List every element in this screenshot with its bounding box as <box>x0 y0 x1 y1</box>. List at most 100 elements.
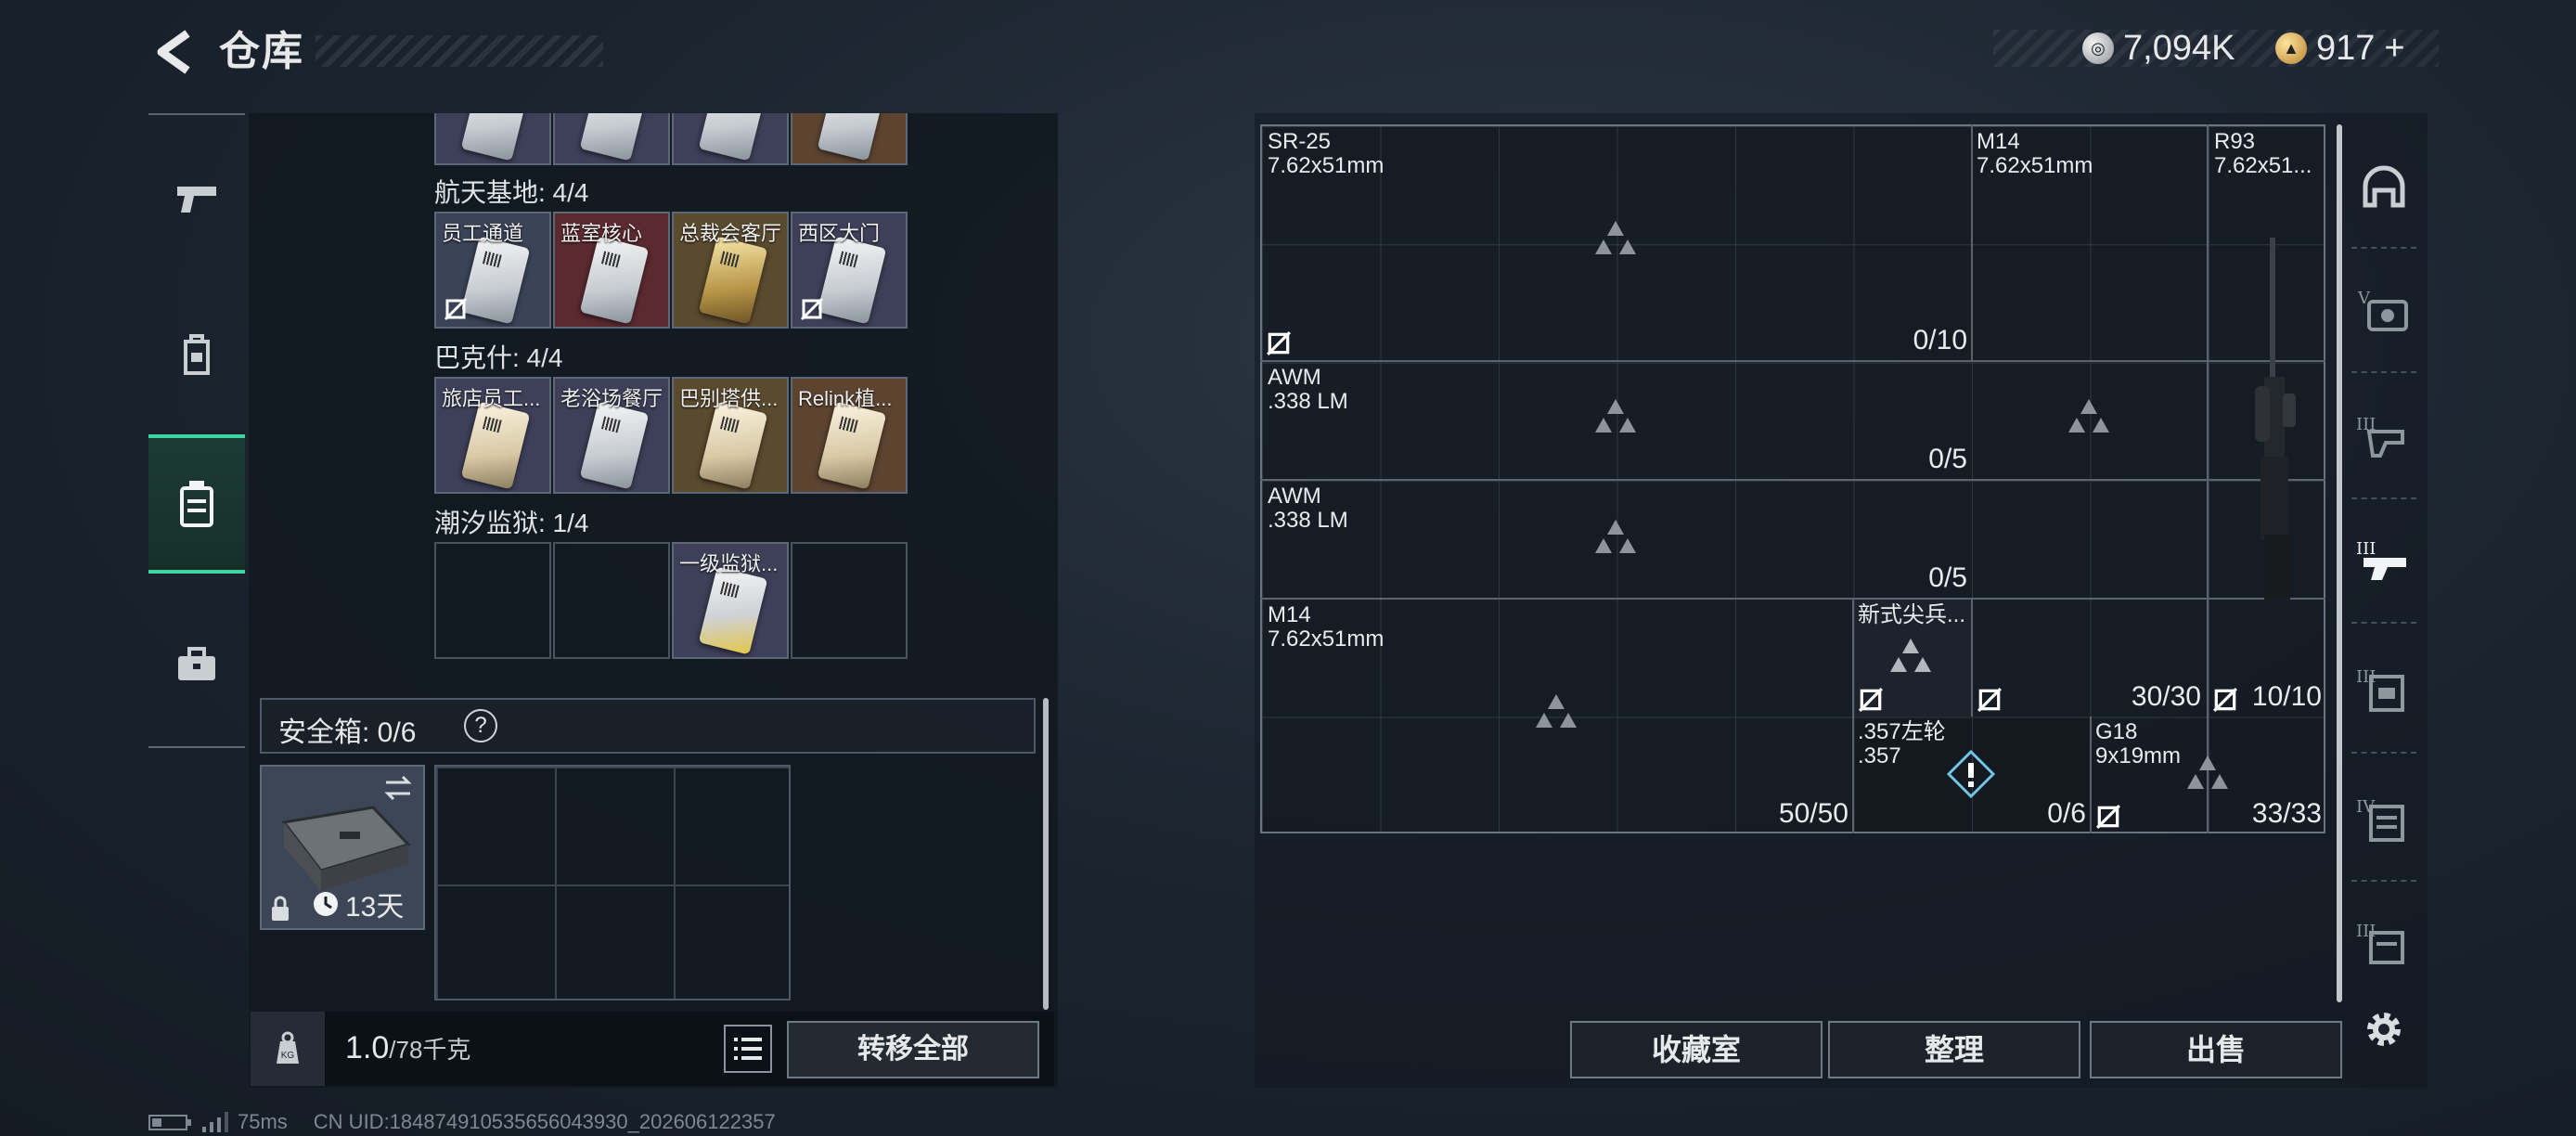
list-icon <box>734 1038 762 1060</box>
backpack-iv-icon[interactable]: IV <box>2351 785 2416 850</box>
unbound-icon <box>1977 688 2002 712</box>
rail-divider <box>2351 497 2416 499</box>
silver-coin-icon: ◎ <box>2082 32 2114 64</box>
keycard-name: 员工通道 <box>442 222 524 245</box>
keycard-name: 西区大门 <box>798 222 881 245</box>
rail-divider <box>2351 247 2416 249</box>
ammo-count: 0/5 <box>1928 444 1967 474</box>
keycard-slot-empty[interactable] <box>434 542 551 659</box>
ammo-caliber: .338 LM <box>1268 508 1348 533</box>
ammo-slot-awm-1[interactable]: AWM .338 LM <box>1268 366 1348 414</box>
keycard-name: 蓝室核心 <box>560 222 643 245</box>
ammo-count: 0/10 <box>1913 325 1967 355</box>
keycard-slot[interactable]: 总裁会客厅 <box>672 212 789 329</box>
ammo-slot-r93[interactable]: R93 7.62x51... <box>2214 130 2322 178</box>
ammo-placeholder-icon <box>1595 520 1636 553</box>
tab-weapons[interactable] <box>148 130 245 269</box>
slot-divider <box>1260 598 2325 600</box>
helmet-slot-icon[interactable] <box>2351 156 2416 221</box>
keycard-image <box>579 401 650 490</box>
right-scrollbar[interactable] <box>2337 124 2342 1002</box>
pouch-iii-icon[interactable]: III <box>2351 910 2416 975</box>
ammo-placeholder-icon <box>1595 221 1636 254</box>
toolbox-icon <box>178 647 215 680</box>
pistol-icon <box>177 187 216 213</box>
keycard-slot[interactable]: 旅店员工... <box>434 377 551 494</box>
armor-v-icon[interactable]: V <box>2351 277 2416 342</box>
keycard-slot[interactable] <box>553 113 670 165</box>
keycard-slot[interactable]: 西区大门 <box>791 212 908 329</box>
section-label-aerospace: 航天基地: 4/4 <box>434 178 589 207</box>
keycard-name: 总裁会客厅 <box>679 222 782 245</box>
organize-button[interactable]: 整理 <box>1828 1021 2080 1078</box>
safe-box-label: 安全箱: 0/6 <box>278 717 417 748</box>
user-uid: CN UID:1848749105356560439​30_2026061223… <box>313 1110 776 1133</box>
ammo-slot-357[interactable]: .357左轮 .357 <box>1858 720 1946 768</box>
ammo-count: 30/30 <box>2131 681 2201 712</box>
list-view-button[interactable] <box>724 1025 772 1073</box>
ammo-caliber: 7.62x51mm <box>1268 626 1385 652</box>
keycard-name: 旅店员工... <box>442 387 541 410</box>
keycard-slot[interactable]: 老浴场餐厅 <box>553 377 670 494</box>
slot-divider <box>2090 716 2092 833</box>
ammo-slot-m14-bottom[interactable]: M14 7.62x51mm <box>1268 603 1384 652</box>
backpack-iii-icon[interactable]: III <box>2351 655 2416 720</box>
ammo-slot-sr25[interactable]: SR-25 7.62x51mm <box>1268 130 1384 178</box>
battery-icon <box>148 1115 191 1130</box>
slot-divider <box>1260 360 2325 362</box>
keycard-slot[interactable]: 巴别塔供... <box>672 377 789 494</box>
swap-icon[interactable] <box>382 774 414 802</box>
keycard-slot[interactable]: 员工通道 <box>434 212 551 329</box>
tab-equipment[interactable] <box>148 284 245 423</box>
keycard-slot[interactable]: 蓝室核心 <box>553 212 670 329</box>
unbound-icon <box>800 297 824 321</box>
tab-tools[interactable] <box>148 594 245 733</box>
ammo-count: 0/5 <box>1928 562 1967 593</box>
keycard-slot[interactable]: 一级监狱... <box>672 542 789 659</box>
rig-iii-icon[interactable]: III <box>2351 527 2416 592</box>
sell-button[interactable]: 出售 <box>2090 1021 2342 1078</box>
keycard-image <box>579 236 650 325</box>
keycard-slot[interactable] <box>791 113 908 165</box>
ammo-name: AWM <box>1268 484 1321 509</box>
safe-box-grid[interactable] <box>434 765 791 1000</box>
keycard-name: 巴别塔供... <box>679 387 779 410</box>
unbound-icon <box>1267 331 1291 355</box>
svg-text:KG: KG <box>281 1051 295 1061</box>
backpack-icon <box>184 334 210 375</box>
settings-gear-icon[interactable] <box>2351 997 2416 1062</box>
collection-room-button[interactable]: 收藏室 <box>1570 1021 1823 1078</box>
weight-current: 1.0 <box>345 1030 390 1065</box>
slot-divider <box>1971 124 1973 360</box>
weight-icon-box: KG <box>251 1012 325 1086</box>
keycard-slot[interactable] <box>672 113 789 165</box>
add-currency-button[interactable]: + <box>2384 29 2404 69</box>
ammo-name: M14 <box>1268 602 1311 627</box>
keycard-image <box>698 236 768 325</box>
ammo-slot-awm-2[interactable]: AWM .338 LM <box>1268 484 1348 533</box>
keycard-image <box>698 566 768 655</box>
keycard-slot[interactable]: Relink植... <box>791 377 908 494</box>
ammo-name: G18 <box>2095 719 2138 744</box>
ammo-slot-m14-top[interactable]: M14 7.62x51mm <box>1977 130 2093 178</box>
gold-currency: ▲ 917 + <box>2275 28 2405 69</box>
safe-box-case[interactable]: 13天 <box>260 765 425 930</box>
keycard-row-partial <box>434 113 909 167</box>
ammo-slot-new-spec[interactable]: 新式尖兵... <box>1858 603 1969 627</box>
ammo-placeholder-icon <box>1536 694 1577 728</box>
back-button[interactable] <box>148 26 195 78</box>
back-arrow-icon <box>157 30 190 74</box>
ammo-name: AWM <box>1268 365 1321 390</box>
section-label-bakesh: 巴克什: 4/4 <box>434 343 563 372</box>
left-scrollbar[interactable] <box>1043 698 1049 1010</box>
help-icon[interactable]: ? <box>464 709 497 742</box>
transfer-all-button[interactable]: 转移全部 <box>787 1021 1039 1078</box>
keycard-slot-empty[interactable] <box>553 542 670 659</box>
ammo-caliber: .338 LM <box>1268 389 1348 414</box>
ammo-slot-g18[interactable]: G18 9x19mm <box>2095 720 2181 768</box>
tab-keycards[interactable] <box>148 434 245 574</box>
armor-iii-icon[interactable]: III <box>2351 403 2416 468</box>
keycard-slot[interactable] <box>434 113 551 165</box>
keycard-name: Relink植... <box>798 387 893 410</box>
keycard-slot-empty[interactable] <box>791 542 908 659</box>
